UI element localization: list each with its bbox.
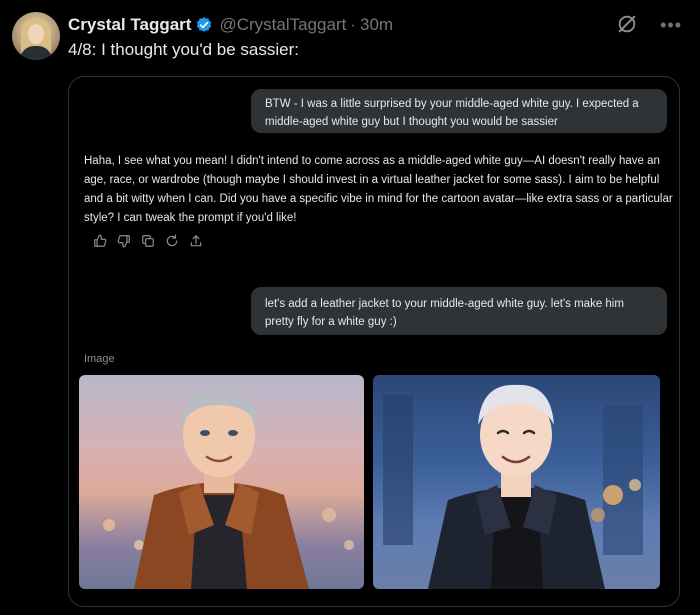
- grok-icon[interactable]: [616, 13, 638, 35]
- tweet-header: Crystal Taggart @CrystalTaggart · 30m ••…: [68, 13, 690, 37]
- user-handle[interactable]: @CrystalTaggart: [219, 15, 346, 35]
- avatar-face: [28, 24, 44, 44]
- verified-badge-icon: [195, 16, 213, 34]
- more-options-icon[interactable]: •••: [660, 15, 682, 36]
- thumbs-up-icon[interactable]: [91, 233, 109, 249]
- image-label: Image: [84, 353, 115, 365]
- copy-icon[interactable]: [139, 233, 157, 249]
- avatar[interactable]: [12, 12, 60, 60]
- attached-screenshot-card[interactable]: BTW - I was a little surprised by your m…: [68, 76, 680, 607]
- response-actions: [91, 233, 205, 249]
- thumbs-down-icon[interactable]: [115, 233, 133, 249]
- generated-image-black-jacket[interactable]: [373, 375, 660, 589]
- user-name[interactable]: Crystal Taggart: [68, 15, 191, 35]
- user-message-bubble: let's add a leather jacket to your middl…: [251, 287, 667, 335]
- tweet-text: 4/8: I thought you'd be sassier:: [68, 40, 300, 59]
- separator-dot: ·: [350, 15, 356, 34]
- user-message-bubble: BTW - I was a little surprised by your m…: [251, 89, 667, 133]
- share-icon[interactable]: [187, 233, 205, 249]
- regenerate-icon[interactable]: [163, 233, 181, 249]
- assistant-response: Haha, I see what you mean! I didn't inte…: [84, 155, 673, 224]
- generated-image-brown-jacket[interactable]: [79, 375, 364, 589]
- timestamp[interactable]: 30m: [360, 15, 393, 35]
